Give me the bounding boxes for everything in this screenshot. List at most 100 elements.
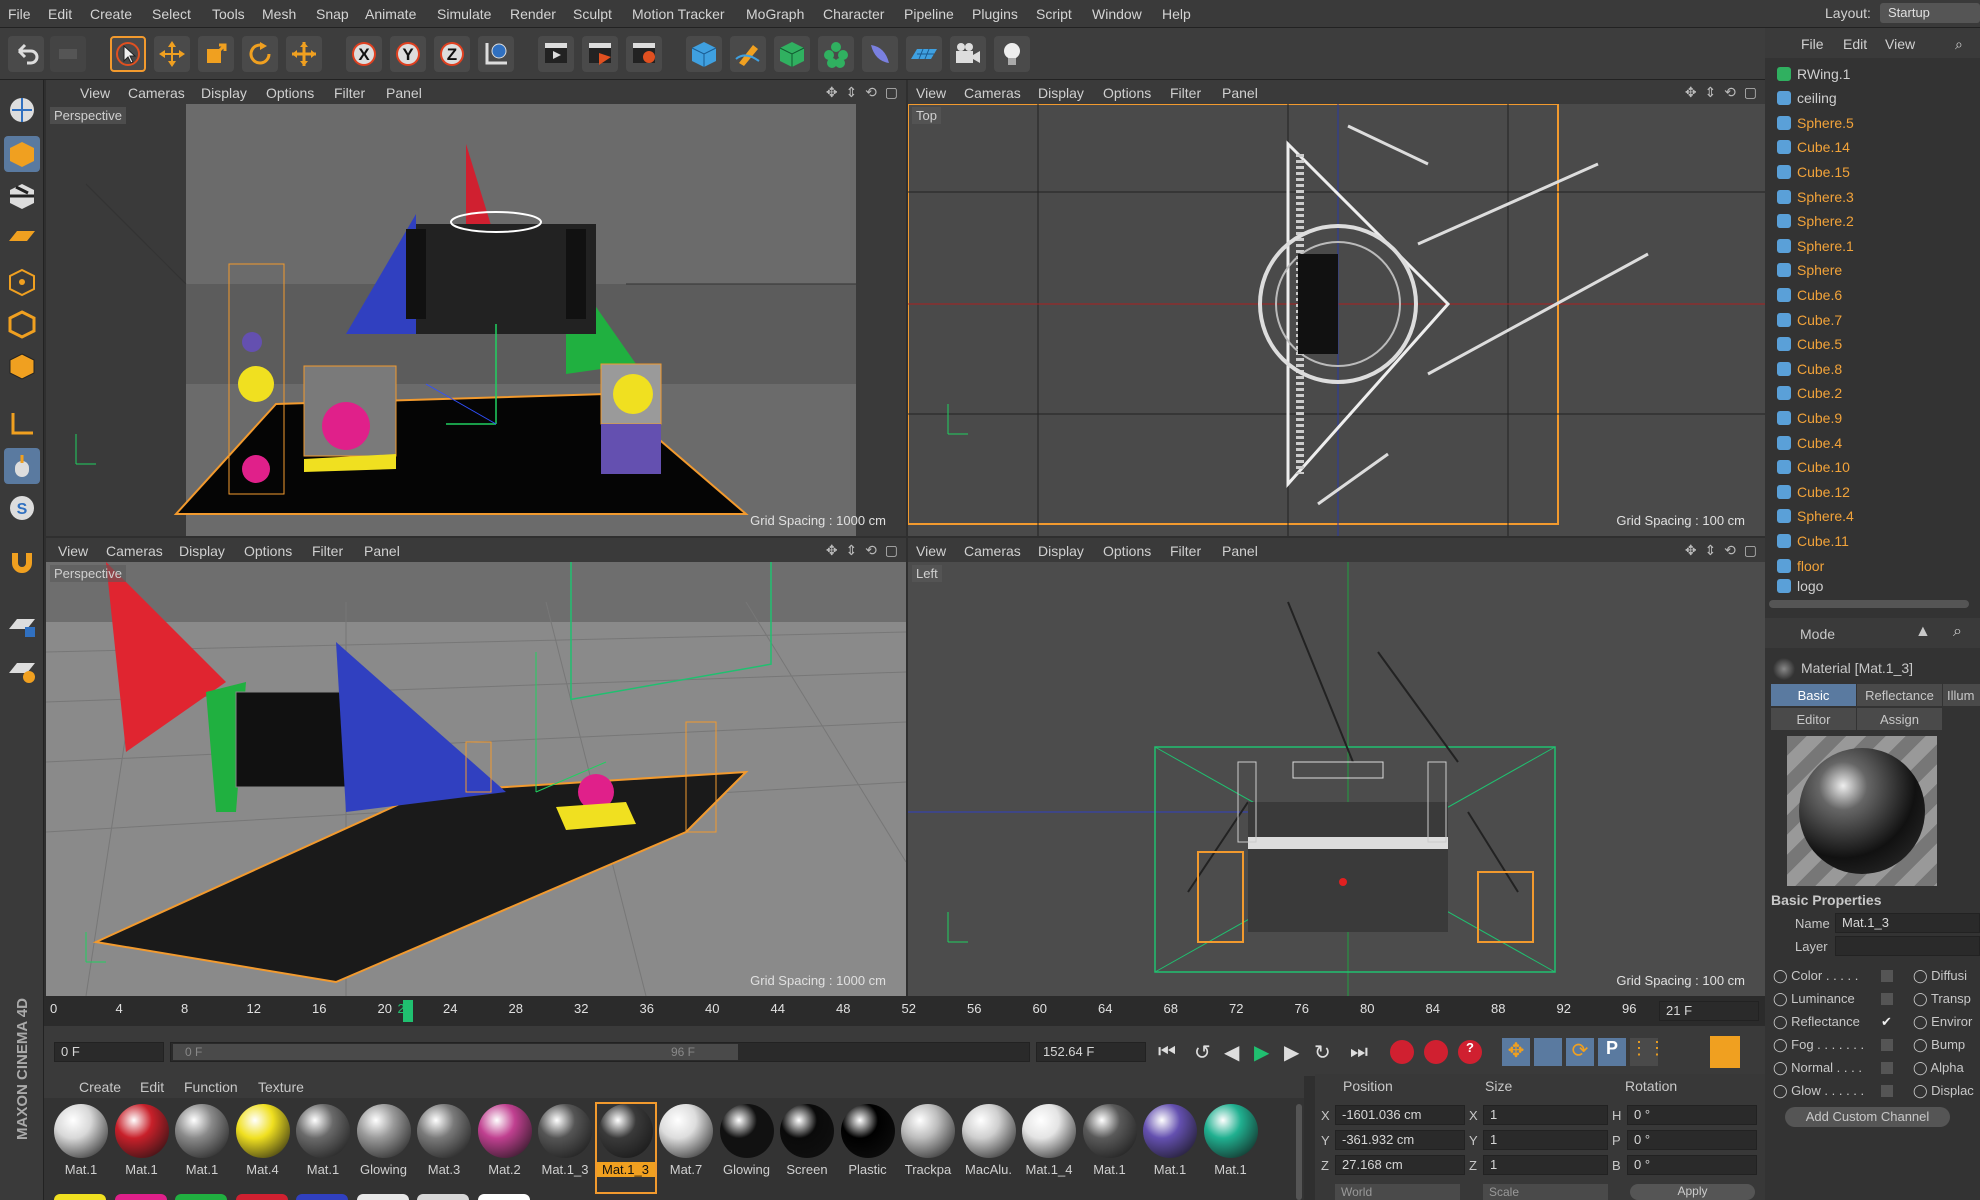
material-swatch[interactable]: Mat.1 bbox=[294, 1104, 352, 1192]
object-item[interactable]: logo bbox=[1777, 578, 1823, 594]
vp-menu-options[interactable]: Options bbox=[1103, 85, 1151, 101]
edges-mode-icon[interactable] bbox=[4, 306, 40, 342]
material-swatch-partial[interactable] bbox=[356, 1194, 409, 1200]
material-swatch[interactable]: Mat.1 bbox=[113, 1104, 171, 1192]
deformer-icon[interactable] bbox=[862, 36, 898, 72]
layout-select[interactable]: Startup bbox=[1880, 3, 1980, 23]
menu-render[interactable]: Render bbox=[510, 6, 556, 22]
menu-snap[interactable]: Snap bbox=[316, 6, 349, 22]
object-item[interactable]: RWing.1 bbox=[1777, 62, 1850, 86]
vp-menu-cameras[interactable]: Cameras bbox=[106, 543, 163, 559]
tab-reflectance[interactable]: Reflectance bbox=[1857, 684, 1942, 706]
vp-menu-view[interactable]: View bbox=[80, 85, 110, 101]
material-swatch-partial[interactable] bbox=[235, 1194, 288, 1200]
mode-menu[interactable]: Mode bbox=[1800, 626, 1835, 642]
workplane-icon[interactable] bbox=[4, 220, 40, 256]
mat-menu-create[interactable]: Create bbox=[79, 1079, 121, 1095]
viewport-left[interactable]: View Cameras Display Options Filter Pane… bbox=[908, 538, 1765, 996]
menu-sculpt[interactable]: Sculpt bbox=[573, 6, 612, 22]
menu-plugins[interactable]: Plugins bbox=[972, 6, 1018, 22]
vp-menu-cameras[interactable]: Cameras bbox=[128, 85, 185, 101]
om-menu-edit[interactable]: Edit bbox=[1843, 36, 1867, 52]
material-swatch[interactable]: Plastic bbox=[839, 1104, 897, 1192]
vp-menu-filter[interactable]: Filter bbox=[1170, 85, 1201, 101]
rotation-b-field[interactable]: 0 ° bbox=[1627, 1155, 1757, 1175]
z-axis-icon[interactable]: Z bbox=[434, 36, 470, 72]
material-swatch[interactable]: Trackpa bbox=[899, 1104, 957, 1192]
material-swatch[interactable]: Glowing bbox=[718, 1104, 776, 1192]
y-axis-icon[interactable]: Y bbox=[390, 36, 426, 72]
position-x-field[interactable]: -1601.036 cm bbox=[1335, 1105, 1465, 1125]
start-frame-field[interactable]: 0 F bbox=[54, 1042, 164, 1062]
menu-tools[interactable]: Tools bbox=[212, 6, 245, 22]
object-item[interactable]: Cube.10 bbox=[1777, 455, 1850, 479]
object-item[interactable]: Cube.12 bbox=[1777, 480, 1850, 504]
snap-icon[interactable]: S bbox=[4, 490, 40, 526]
current-frame-field[interactable]: 21 F bbox=[1659, 1001, 1759, 1021]
vp-menu-display[interactable]: Display bbox=[1038, 85, 1084, 101]
key-position-icon[interactable]: ✥ bbox=[1502, 1038, 1530, 1066]
material-swatch[interactable]: Mat.1_3 bbox=[594, 1102, 657, 1194]
menu-motion-tracker[interactable]: Motion Tracker bbox=[632, 6, 725, 22]
world-coord-icon[interactable] bbox=[478, 36, 514, 72]
key-pla-icon[interactable]: ⋮⋮ bbox=[1630, 1038, 1666, 1066]
viewport-perspective-bottom[interactable]: View Cameras Display Options Filter Pane… bbox=[46, 538, 906, 996]
menu-mograph[interactable]: MoGraph bbox=[746, 6, 804, 22]
object-item[interactable]: Cube.7 bbox=[1777, 308, 1842, 332]
search-icon[interactable]: ⌕ bbox=[1955, 36, 1963, 53]
object-item[interactable]: Cube.14 bbox=[1777, 135, 1850, 159]
vp-menu-display[interactable]: Display bbox=[201, 85, 247, 101]
next-frame-icon[interactable]: ▶ bbox=[1284, 1040, 1299, 1065]
polygons-mode-icon[interactable] bbox=[4, 348, 40, 384]
checkbox-normal[interactable] bbox=[1881, 1062, 1893, 1074]
scale-icon[interactable] bbox=[198, 36, 234, 72]
play-icon[interactable]: ▶ bbox=[1254, 1040, 1269, 1065]
material-swatch-partial[interactable] bbox=[477, 1194, 530, 1200]
material-swatch[interactable]: Mat.1_3 bbox=[536, 1104, 594, 1192]
material-swatch-partial[interactable] bbox=[54, 1194, 106, 1200]
material-swatch[interactable]: Mat.1 bbox=[52, 1104, 110, 1192]
texture-mode-icon[interactable] bbox=[4, 178, 40, 214]
tab-illumination[interactable]: Illum bbox=[1943, 684, 1980, 706]
next-key-icon[interactable]: ↻ bbox=[1314, 1040, 1331, 1065]
material-scrollbar[interactable] bbox=[1296, 1104, 1302, 1200]
channel-alpha[interactable]: ◯ Alpha bbox=[1913, 1060, 1980, 1080]
viewport-perspective-top[interactable]: View Cameras Display Options Filter Pane… bbox=[46, 80, 906, 536]
object-item[interactable]: Sphere.1 bbox=[1777, 234, 1854, 258]
channel-glow[interactable]: ◯ Glow . . . . . . bbox=[1773, 1083, 1873, 1103]
om-menu-view[interactable]: View bbox=[1885, 36, 1915, 52]
object-item[interactable]: floor bbox=[1777, 554, 1824, 578]
axis-mode-icon[interactable] bbox=[4, 406, 40, 442]
vp-menu-filter[interactable]: Filter bbox=[312, 543, 343, 559]
object-item[interactable]: Cube.5 bbox=[1777, 332, 1842, 356]
scale-select[interactable]: Scale bbox=[1483, 1184, 1608, 1200]
search-icon[interactable]: ⌕ bbox=[1953, 623, 1962, 641]
object-item[interactable]: ceiling bbox=[1777, 86, 1837, 110]
autokey-icon[interactable] bbox=[1424, 1040, 1448, 1064]
menu-select[interactable]: Select bbox=[152, 6, 191, 22]
menu-window[interactable]: Window bbox=[1092, 6, 1142, 22]
channel-reflectance[interactable]: ◯ Reflectance bbox=[1773, 1014, 1873, 1034]
vp-menu-view[interactable]: View bbox=[916, 85, 946, 101]
go-to-start-icon[interactable]: ⏮ bbox=[1158, 1041, 1176, 1064]
object-item[interactable]: Cube.6 bbox=[1777, 283, 1842, 307]
prev-frame-icon[interactable]: ◀ bbox=[1224, 1040, 1239, 1065]
key-rotation-icon[interactable]: ⟳ bbox=[1566, 1038, 1594, 1066]
material-swatch[interactable]: Mat.4 bbox=[234, 1104, 292, 1192]
world-select[interactable]: World bbox=[1335, 1184, 1460, 1200]
make-editable-icon[interactable] bbox=[4, 92, 40, 128]
live-select-icon[interactable] bbox=[286, 36, 322, 72]
camera-icon[interactable] bbox=[950, 36, 986, 72]
checkbox-luminance[interactable] bbox=[1881, 993, 1893, 1005]
up-arrow-icon[interactable]: ▲ bbox=[1915, 623, 1931, 641]
mat-menu-edit[interactable]: Edit bbox=[140, 1079, 164, 1095]
render-settings-icon[interactable] bbox=[626, 36, 662, 72]
cube-icon[interactable] bbox=[686, 36, 722, 72]
material-swatch[interactable]: Mat.2 bbox=[476, 1104, 534, 1192]
material-swatch-partial[interactable] bbox=[114, 1194, 167, 1200]
menu-character[interactable]: Character bbox=[823, 6, 884, 22]
vp-menu-options[interactable]: Options bbox=[266, 85, 314, 101]
light-icon[interactable] bbox=[994, 36, 1030, 72]
mat-menu-texture[interactable]: Texture bbox=[258, 1079, 304, 1095]
render-view-icon[interactable] bbox=[538, 36, 574, 72]
